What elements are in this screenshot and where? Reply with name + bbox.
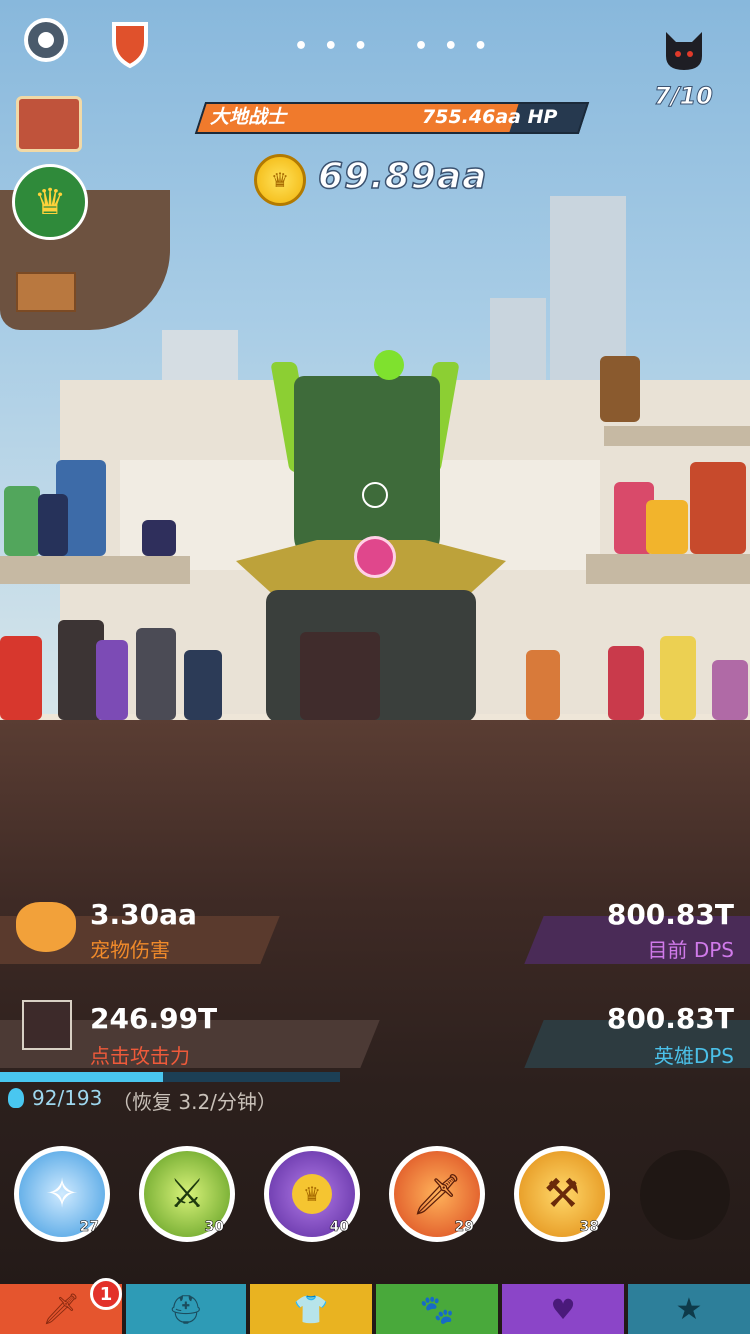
boss-demon-icon[interactable]: [660, 26, 708, 74]
skill-hand-of-midas-button[interactable]: ♛ 40: [264, 1146, 360, 1242]
skill-fire-sword-button[interactable]: 🗡 29: [389, 1146, 485, 1242]
tab-equipment[interactable]: 👕: [250, 1284, 372, 1334]
poison-skull-icon: [374, 350, 404, 380]
heart-shield-icon: ♥: [550, 1292, 576, 1326]
pet-icon: [16, 902, 76, 952]
skill-heavenly-strike-button[interactable]: ✧ 27: [14, 1146, 110, 1242]
skill-deadly-strike-button[interactable]: ⚔ 30: [139, 1146, 235, 1242]
skill-level: 30: [204, 1219, 224, 1236]
hero-mage: [96, 640, 128, 720]
sword-master-avatar: [22, 1000, 72, 1050]
hero-ninja: [184, 650, 222, 720]
skill-level: 27: [79, 1219, 99, 1236]
hero-dps-value: 800.83T: [606, 1002, 734, 1035]
gold-coin-skill-icon: ♛: [292, 1174, 332, 1214]
gold-coin-icon: ♛: [254, 154, 306, 206]
shirt-icon: 👕: [293, 1292, 329, 1326]
notification-badge: 1: [90, 1278, 122, 1310]
tab-heroes[interactable]: ⛑: [126, 1284, 246, 1334]
hero-warrior: [136, 628, 176, 720]
mana-fill: [0, 1072, 164, 1082]
page-indicator-right: • • •: [414, 34, 492, 59]
sword-tab-icon: 🗡: [41, 1291, 81, 1327]
sword-master-player: [300, 632, 380, 720]
current-dps-label: 目前 DPS: [647, 938, 734, 962]
pet-damage-value: 3.30aa: [90, 898, 197, 931]
tab-artifacts[interactable]: ★: [628, 1284, 750, 1334]
hero-pumpkin: [646, 500, 688, 554]
hero-blonde: [660, 636, 696, 720]
tab-clan[interactable]: ♥: [502, 1284, 624, 1334]
hero-dino: [4, 486, 40, 556]
hero-fighter: [38, 494, 68, 556]
skill-level: 38: [579, 1219, 599, 1236]
hero-pet: [712, 660, 748, 720]
tab-pets[interactable]: 🐾: [376, 1284, 498, 1334]
pet-damage-label: 宠物伤害: [90, 938, 170, 962]
mana-regen: （恢复 3.2/分钟）: [112, 1090, 277, 1114]
clan-shield-icon[interactable]: [100, 10, 160, 70]
hero-girl: [526, 650, 560, 720]
hero-dps-label: 英雄DPS: [653, 1044, 734, 1068]
hero-redhead: [608, 646, 644, 720]
tap-damage-value: 246.99T: [90, 1002, 218, 1035]
helmet-icon: ⛑: [168, 1292, 204, 1326]
shop-chest-icon[interactable]: [16, 96, 82, 152]
current-dps-value: 800.83T: [606, 898, 734, 931]
boss-gem: [354, 536, 396, 578]
green-sword-icon: ⚔: [169, 1171, 205, 1217]
crossed-weapons-icon: ⚒: [544, 1171, 580, 1217]
fire-sword-icon: 🗡: [411, 1171, 463, 1218]
page-indicator-left: • • •: [294, 34, 372, 59]
gold-amount: 69.89aa: [317, 155, 488, 198]
mana-count: 92/193: [32, 1086, 103, 1110]
hero-red-totem: [0, 636, 42, 720]
skill-level: 40: [329, 1219, 349, 1236]
boss-hp-value: 755.46aa HP: [422, 106, 558, 128]
hero-cannon: [690, 462, 746, 554]
pet-head-icon: 🐾: [419, 1292, 455, 1326]
right-upper-ledge: [604, 426, 750, 446]
skill-slot-locked: [640, 1150, 730, 1240]
hero-penguin: [142, 520, 176, 556]
tap-damage-label: 点击攻击力: [90, 1044, 190, 1068]
target-reticle-icon: [362, 482, 388, 508]
mana-bar: [0, 1072, 340, 1082]
mana-potion-icon: [8, 1088, 24, 1108]
star-icon: ★: [675, 1291, 703, 1327]
hero-gunslinger: [600, 356, 640, 422]
crown-button[interactable]: ♛: [12, 164, 88, 240]
wooden-crate: [16, 272, 76, 312]
skill-war-cry-button[interactable]: ⚒ 38: [514, 1146, 610, 1242]
left-balcony: [0, 556, 190, 584]
settings-gear-icon[interactable]: [18, 12, 74, 68]
boss-name: 大地战士: [210, 106, 287, 128]
stage-progress: 7/10: [654, 82, 714, 111]
skill-level: 29: [454, 1219, 474, 1236]
angel-wings-icon: ✧: [45, 1171, 79, 1217]
right-balcony: [586, 554, 750, 584]
